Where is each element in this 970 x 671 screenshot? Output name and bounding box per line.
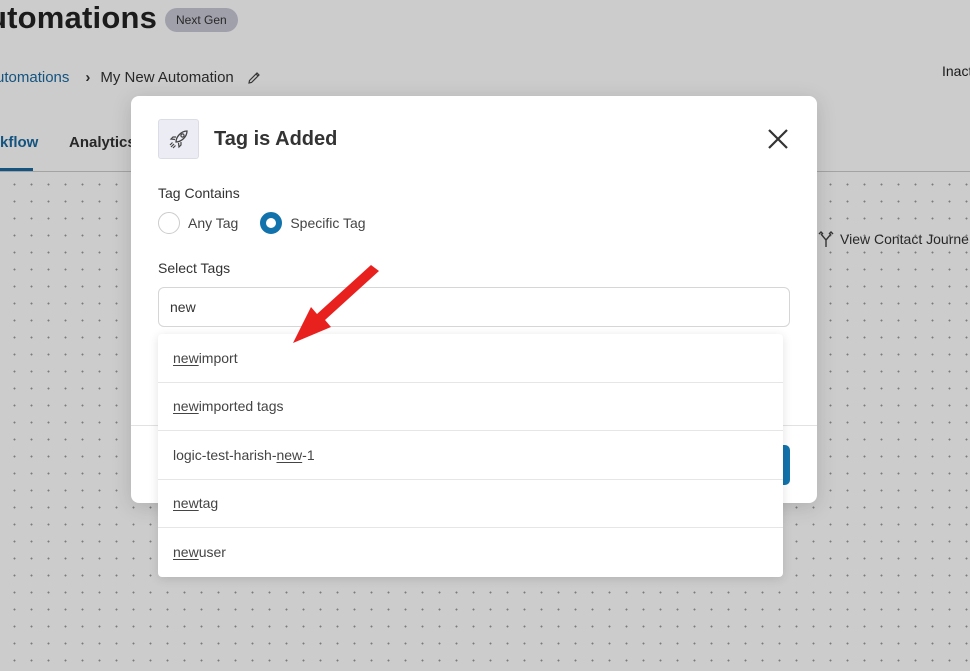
tag-option-suffix: tag [198, 495, 219, 512]
tag-option[interactable]: new tag [158, 480, 783, 528]
tag-search-input[interactable] [158, 287, 790, 327]
rocket-icon [158, 119, 199, 159]
radio-specific-tag-label[interactable]: Specific Tag [290, 215, 365, 231]
tag-option-suffix: imported tags [198, 398, 284, 415]
annotation-arrow-icon [293, 265, 379, 343]
modal-title: Tag is Added [214, 128, 338, 150]
radio-any-tag-label[interactable]: Any Tag [188, 215, 238, 231]
tag-option-match: new [173, 495, 199, 512]
tag-option-match: new [173, 544, 199, 561]
tag-option-suffix: -1 [302, 446, 315, 463]
tag-option-prefix: logic-test-harish- [173, 446, 277, 463]
tag-contains-label: Tag Contains [158, 185, 240, 201]
radio-specific-tag[interactable] [260, 212, 283, 234]
tag-option-suffix: import [198, 349, 238, 366]
tag-contains-radio-group: Any Tag Specific Tag [158, 212, 388, 234]
tag-option[interactable]: new user [158, 528, 783, 577]
close-icon[interactable] [767, 128, 789, 150]
tag-option-match: new [173, 398, 199, 415]
radio-any-tag[interactable] [158, 212, 180, 234]
tag-option[interactable]: logic-test-harish-new -1 [158, 431, 783, 480]
tag-option[interactable]: new imported tags [158, 383, 783, 431]
tag-option-suffix: user [198, 544, 226, 561]
tag-suggestions-dropdown: new import new imported tags logic-test-… [158, 334, 783, 577]
tag-option[interactable]: new import [158, 334, 783, 383]
select-tags-label: Select Tags [158, 260, 231, 276]
tag-option-match: new [276, 446, 303, 463]
tag-option-match: new [173, 349, 199, 366]
